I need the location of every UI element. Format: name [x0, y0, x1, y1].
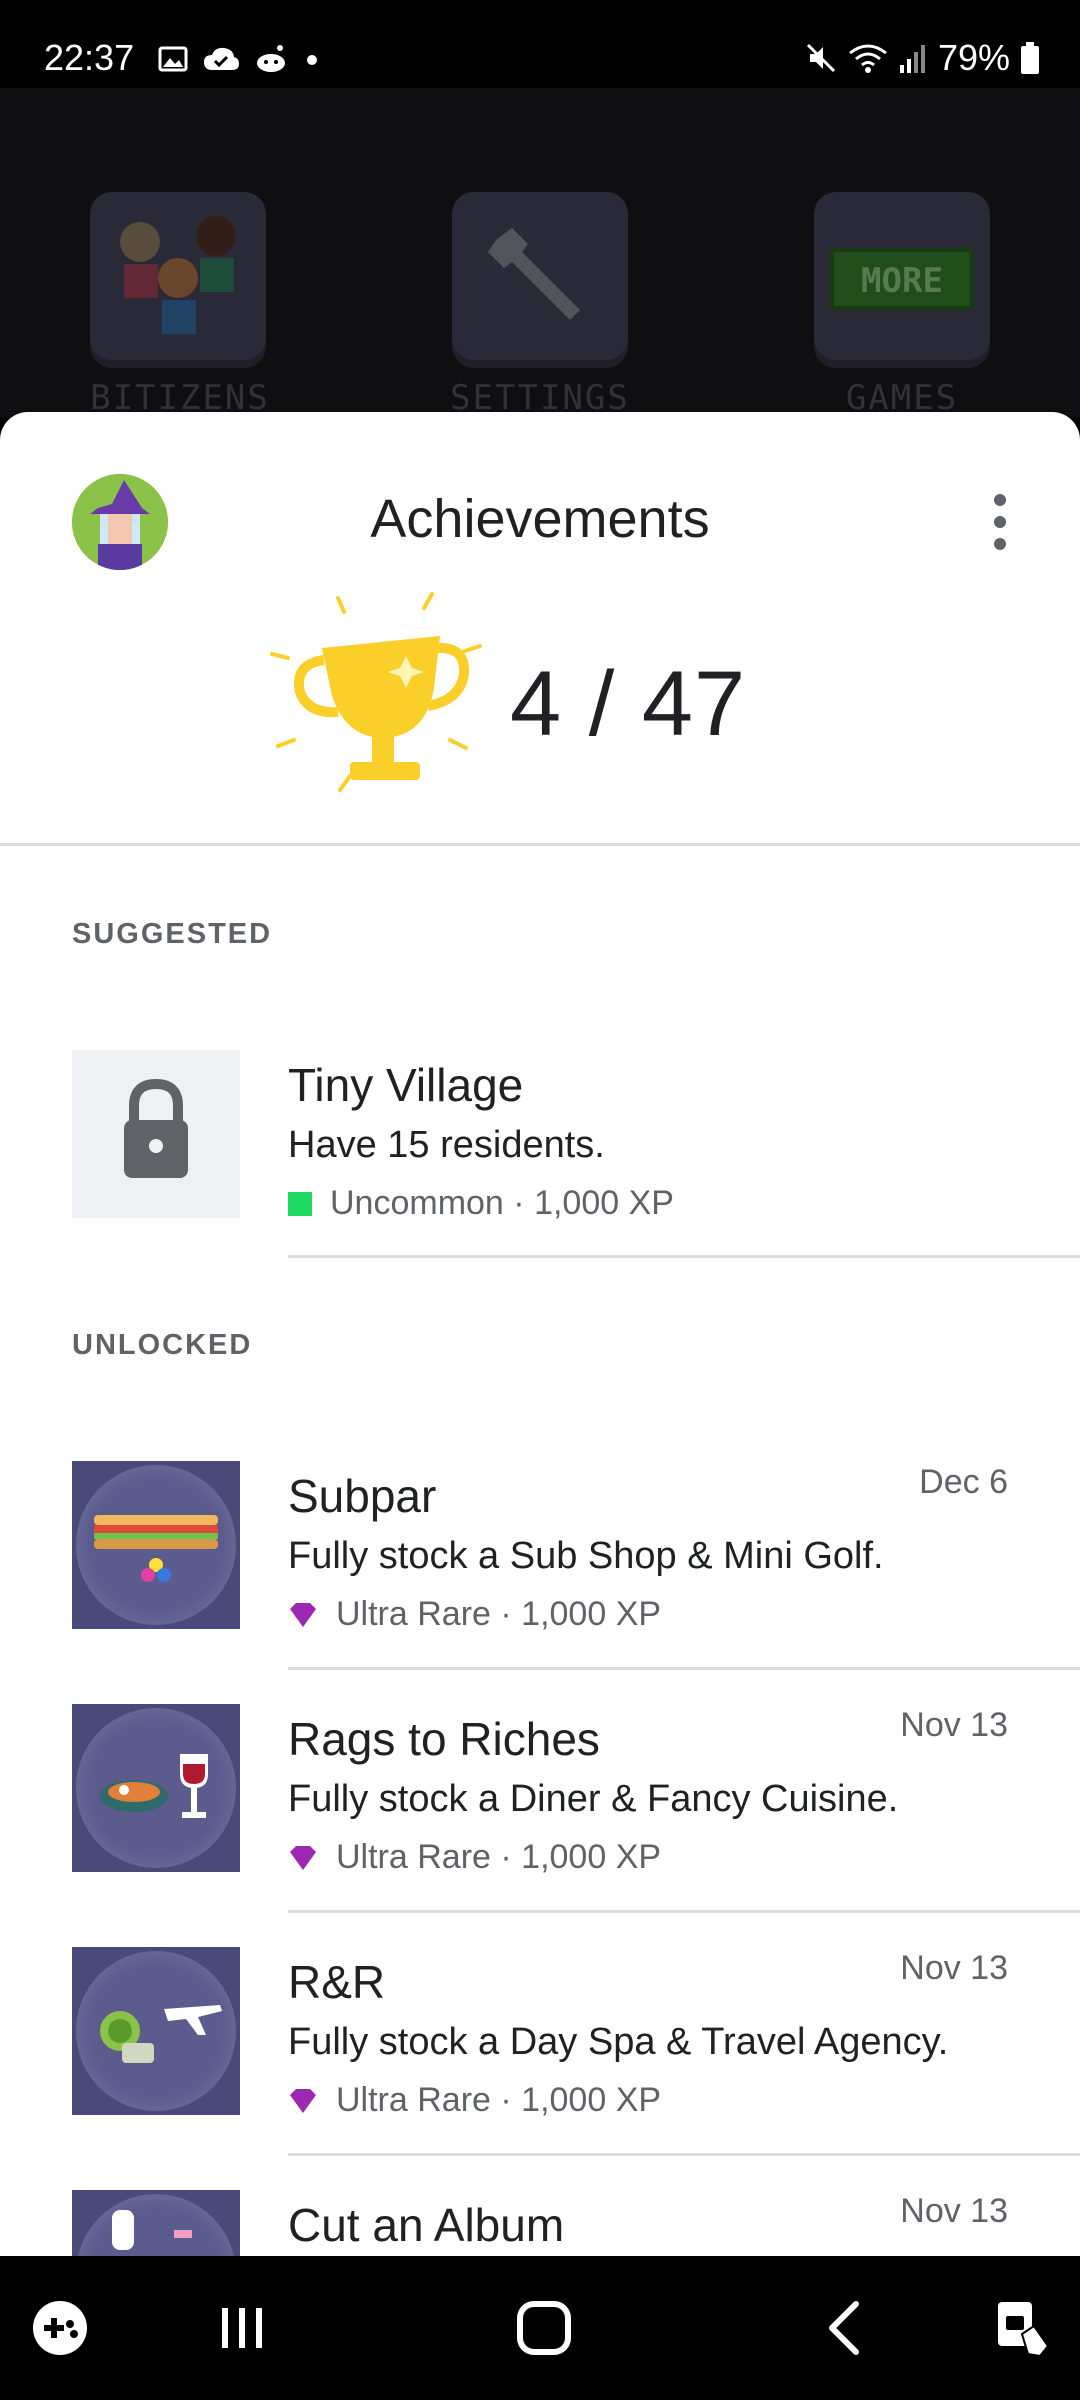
achievement-rarity: Uncommon	[330, 1184, 504, 1222]
row-divider	[288, 1667, 1080, 1670]
meta-separator: ·	[513, 1184, 525, 1222]
section-label-suggested: SUGGESTED	[72, 918, 273, 950]
achievement-meta: Ultra Rare · 1,000 XP	[288, 2081, 661, 2120]
list-item[interactable]: Subpar Dec 6 Fully stock a Sub Shop & Mi…	[0, 1461, 1080, 1701]
cloud-check-icon	[204, 47, 239, 70]
signal-icon	[899, 45, 925, 73]
recent-apps-icon	[222, 2308, 262, 2348]
achievement-xp: 1,000 XP	[534, 1184, 674, 1222]
achievement-date: Nov 13	[900, 1706, 1008, 1744]
achievement-description: Fully stock a Day Spa & Travel Agency.	[288, 2021, 949, 2063]
achievement-date: Dec 6	[919, 1463, 1008, 1501]
row-divider	[288, 1255, 1080, 1258]
meta-separator: ·	[500, 1595, 512, 1633]
spa-travel-icon	[100, 2005, 222, 2063]
achievement-thumbnail	[72, 1461, 240, 1629]
section-label-unlocked: UNLOCKED	[72, 1329, 253, 1361]
achievement-rarity: Ultra Rare	[336, 2081, 491, 2119]
achievement-title: R&R	[288, 1956, 386, 2008]
microphone-icon	[112, 2210, 192, 2250]
scrim[interactable]	[0, 88, 1080, 418]
list-item[interactable]: Rags to Riches Nov 13 Fully stock a Dine…	[0, 1704, 1080, 1944]
navigation-bar	[0, 2256, 1080, 2400]
status-bar: 22:37 79%	[0, 0, 1080, 88]
meta-separator: ·	[500, 1838, 512, 1876]
achievement-thumbnail	[72, 2190, 240, 2256]
wifi-icon	[849, 44, 887, 73]
gallery-icon	[158, 46, 188, 72]
row-divider	[288, 2153, 1080, 2156]
achievement-date: Nov 13	[900, 2192, 1008, 2230]
sub-sandwich-icon	[94, 1515, 218, 1582]
gamepad-icon	[33, 2301, 87, 2355]
game-controller-button[interactable]	[22, 2290, 98, 2366]
achievement-description: Fully stock a Diner & Fancy Cuisine.	[288, 1778, 899, 1820]
list-item[interactable]: R&R Nov 13 Fully stock a Day Spa & Trave…	[0, 1947, 1080, 2187]
achievement-title: Tiny Village	[288, 1059, 524, 1111]
achievement-thumbnail	[72, 1050, 240, 1218]
achievement-meta: Uncommon · 1,000 XP	[288, 1184, 674, 1223]
achievement-rarity: Ultra Rare	[336, 1595, 491, 1633]
achievement-rarity: Ultra Rare	[336, 1838, 491, 1876]
more-vert-icon[interactable]	[988, 492, 1012, 552]
list-item[interactable]: Cut an Album Nov 13	[0, 2190, 1080, 2256]
home-button[interactable]	[506, 2290, 582, 2366]
row-divider	[288, 1910, 1080, 1913]
achievements-sheet: Achievements 4 / 47 SUGGESTED Tiny Villa…	[0, 412, 1080, 2256]
dot-icon	[307, 55, 317, 65]
achievement-title: Subpar	[288, 1470, 437, 1522]
achievement-title: Rags to Riches	[288, 1713, 600, 1765]
battery-icon	[1021, 42, 1039, 74]
system-icons: 79%	[804, 40, 1040, 76]
trophy-icon	[270, 592, 482, 792]
ultra-rare-gem-icon	[290, 2088, 316, 2113]
achievement-thumbnail	[72, 1704, 240, 1872]
touch-lock-icon	[998, 2302, 1050, 2358]
back-icon	[829, 2301, 859, 2355]
meta-separator: ·	[500, 2081, 512, 2119]
status-time: 22:37	[44, 37, 135, 78]
back-button[interactable]	[808, 2290, 884, 2366]
mute-icon	[806, 43, 835, 73]
page-title: Achievements	[370, 489, 710, 549]
ultra-rare-gem-icon	[290, 1602, 316, 1627]
achievement-thumbnail	[72, 1947, 240, 2115]
lock-icon	[124, 1078, 188, 1178]
achievement-score: 4 / 47	[510, 653, 747, 755]
home-icon	[517, 2301, 571, 2355]
achievement-xp: 1,000 XP	[521, 1595, 662, 1633]
screen-pin-button[interactable]	[984, 2290, 1060, 2366]
uncommon-rarity-icon	[288, 1191, 312, 1216]
achievement-date: Nov 13	[900, 1949, 1008, 1987]
header-divider	[0, 843, 1080, 846]
diner-cuisine-icon	[100, 1754, 208, 1818]
achievement-title: Cut an Album	[288, 2199, 565, 2251]
reddit-icon	[257, 45, 285, 72]
achievement-xp: 1,000 XP	[521, 2081, 662, 2119]
notification-icons	[158, 44, 322, 74]
ultra-rare-gem-icon	[290, 1845, 316, 1870]
list-item[interactable]: Tiny Village Have 15 residents. Uncommon…	[0, 1050, 1080, 1290]
achievement-description: Fully stock a Sub Shop & Mini Golf.	[288, 1535, 884, 1577]
achievement-meta: Ultra Rare · 1,000 XP	[288, 1595, 661, 1634]
battery-percent: 79%	[937, 37, 1010, 78]
achievement-xp: 1,000 XP	[521, 1838, 662, 1876]
achievement-meta: Ultra Rare · 1,000 XP	[288, 1838, 661, 1877]
achievement-description: Have 15 residents.	[288, 1124, 605, 1166]
recent-apps-button[interactable]	[204, 2290, 280, 2366]
